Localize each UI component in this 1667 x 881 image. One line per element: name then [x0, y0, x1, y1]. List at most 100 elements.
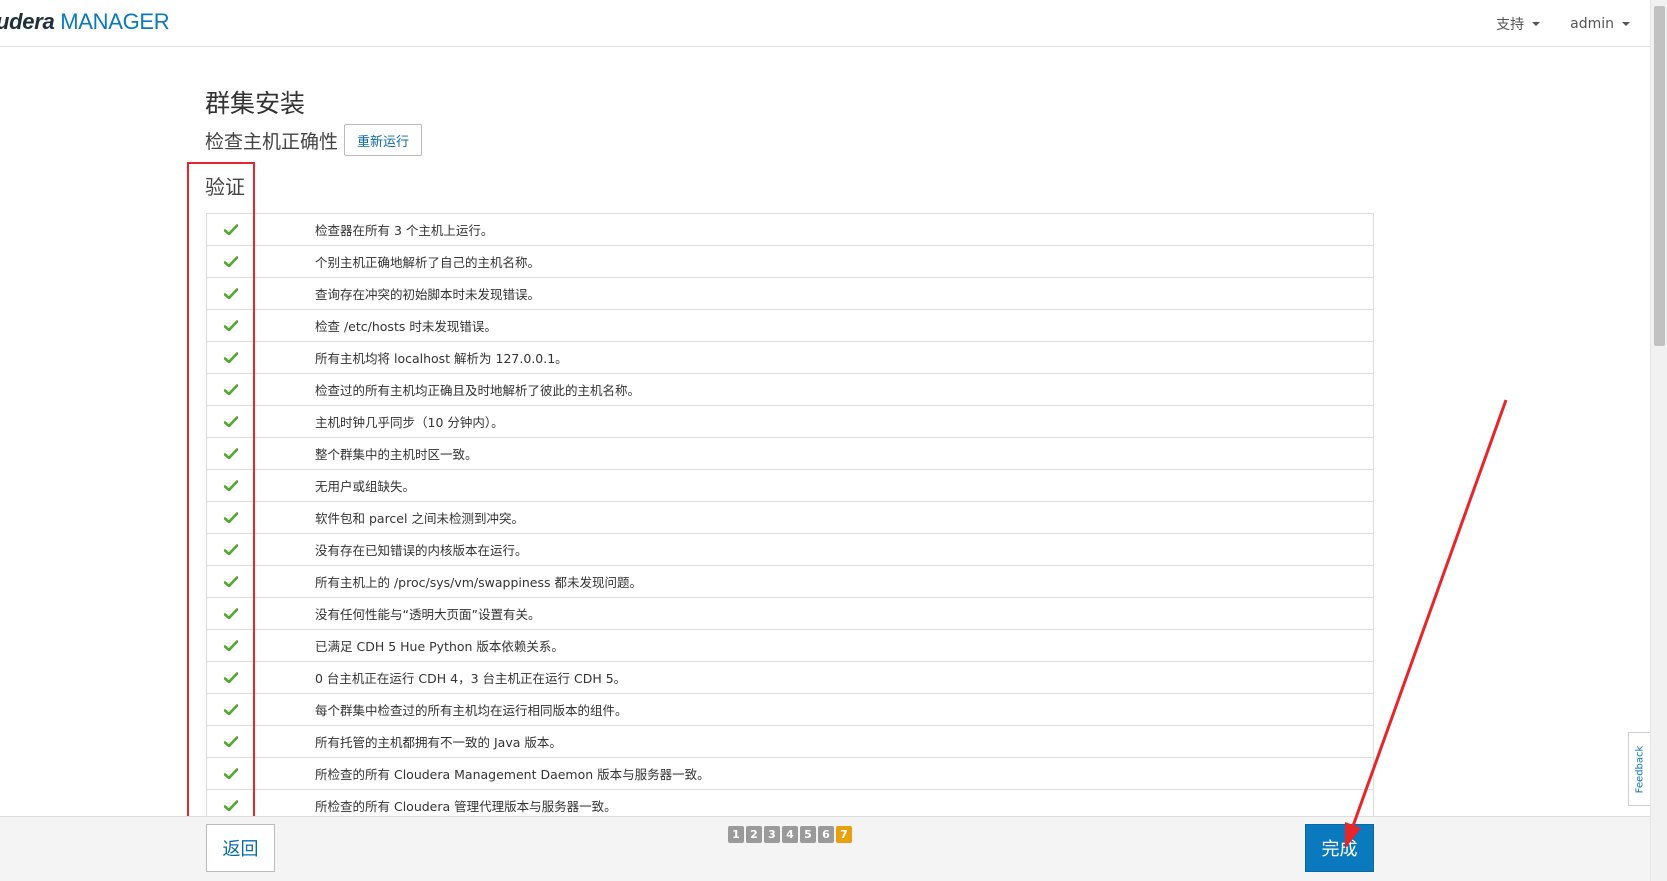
brand-prefix: udera [0, 9, 55, 34]
page-scrollbar[interactable] [1650, 0, 1667, 881]
check-text: 所检查的所有 Cloudera Management Daemon 版本与服务器… [315, 767, 710, 782]
check-row: 0 台主机正在运行 CDH 4，3 台主机正在运行 CDH 5。 [207, 662, 1373, 694]
check-row: 整个群集中的主机时区一致。 [207, 438, 1373, 470]
check-text: 无用户或组缺失。 [315, 479, 416, 494]
check-icon-cell [207, 479, 255, 492]
check-row: 软件包和 parcel 之间未检测到冲突。 [207, 502, 1373, 534]
scrollbar-thumb[interactable] [1654, 6, 1665, 346]
user-menu-label: admin [1570, 16, 1614, 32]
check-icon-cell [207, 223, 255, 236]
caret-down-icon [1532, 22, 1541, 26]
check-row: 查询存在冲突的初始脚本时未发现错误。 [207, 278, 1373, 310]
check-text: 所有主机均将 localhost 解析为 127.0.0.1。 [315, 351, 568, 366]
check-row: 检查过的所有主机均正确且及时地解析了彼此的主机名称。 [207, 374, 1373, 406]
check-icon-cell [207, 511, 255, 524]
checkmark-icon [224, 319, 238, 331]
check-row: 所有托管的主机都拥有不一致的 Java 版本。 [207, 726, 1373, 758]
checkmark-icon [224, 735, 238, 747]
check-icon-cell [207, 415, 255, 428]
check-row: 检查 /etc/hosts 时未发现错误。 [207, 310, 1373, 342]
page: udera MANAGER 支持 admin 群集安装 检查主机正确性 重新运行… [0, 0, 1667, 881]
subtitle-row: 检查主机正确性 重新运行 [205, 124, 423, 156]
checkmark-icon [224, 671, 238, 683]
step-3[interactable]: 3 [764, 826, 780, 843]
rerun-button[interactable]: 重新运行 [344, 124, 423, 156]
section-title: 验证 [205, 175, 245, 199]
check-icon-cell [207, 383, 255, 396]
check-icon-cell [207, 255, 255, 268]
check-row: 每个群集中检查过的所有主机均在运行相同版本的组件。 [207, 694, 1373, 726]
check-icon-cell [207, 767, 255, 780]
check-icon-cell [207, 319, 255, 332]
step-indicator: 1234567 [728, 826, 852, 843]
back-button[interactable]: 返回 [206, 824, 275, 872]
checks-table: 检查器在所有 3 个主机上运行。个别主机正确地解析了自己的主机名称。查询存在冲突… [206, 213, 1374, 822]
check-text: 所有托管的主机都拥有不一致的 Java 版本。 [315, 735, 562, 750]
checkmark-icon [224, 511, 238, 523]
check-text: 主机时钟几乎同步（10 分钟内）。 [315, 415, 504, 430]
check-row: 所检查的所有 Cloudera Management Daemon 版本与服务器… [207, 758, 1373, 790]
check-icon-cell [207, 351, 255, 364]
checkmark-icon [224, 799, 238, 811]
checkmark-icon [224, 639, 238, 651]
check-text: 已满足 CDH 5 Hue Python 版本依赖关系。 [315, 639, 564, 654]
step-1[interactable]: 1 [728, 826, 744, 843]
check-row: 没有存在已知错误的内核版本在运行。 [207, 534, 1373, 566]
check-row: 无用户或组缺失。 [207, 470, 1373, 502]
check-row: 所有主机均将 localhost 解析为 127.0.0.1。 [207, 342, 1373, 374]
check-icon-cell [207, 543, 255, 556]
checkmark-icon [224, 543, 238, 555]
checkmark-icon [224, 255, 238, 267]
checkmark-icon [224, 415, 238, 427]
check-text: 没有任何性能与“透明大页面”设置有关。 [315, 607, 541, 622]
check-text: 所检查的所有 Cloudera 管理代理版本与服务器一致。 [315, 799, 617, 814]
finish-button[interactable]: 完成 [1305, 824, 1374, 872]
caret-down-icon [1622, 22, 1630, 26]
user-menu[interactable]: admin [1570, 14, 1630, 34]
check-row: 已满足 CDH 5 Hue Python 版本依赖关系。 [207, 630, 1373, 662]
step-4[interactable]: 4 [782, 826, 798, 843]
feedback-label: Feedback [1634, 745, 1645, 793]
check-text: 个别主机正确地解析了自己的主机名称。 [315, 255, 541, 270]
checkmark-icon [224, 767, 238, 779]
feedback-tab[interactable]: Feedback [1628, 732, 1650, 806]
step-7[interactable]: 7 [836, 826, 852, 843]
checkmark-icon [224, 607, 238, 619]
step-2[interactable]: 2 [746, 826, 762, 843]
check-text: 0 台主机正在运行 CDH 4，3 台主机正在运行 CDH 5。 [315, 671, 627, 686]
check-icon-cell [207, 671, 255, 684]
support-menu[interactable]: 支持 [1496, 14, 1541, 34]
check-icon-cell [207, 287, 255, 300]
check-text: 软件包和 parcel 之间未检测到冲突。 [315, 511, 524, 526]
nav-right: 支持 admin [1496, 14, 1630, 34]
check-icon-cell [207, 639, 255, 652]
checkmark-icon [224, 287, 238, 299]
check-icon-cell [207, 735, 255, 748]
step-6[interactable]: 6 [818, 826, 834, 843]
checkmark-icon [224, 479, 238, 491]
brand-logo[interactable]: udera MANAGER [0, 9, 170, 35]
check-icon-cell [207, 447, 255, 460]
checkmark-icon [224, 351, 238, 363]
check-text: 所有主机上的 /proc/sys/vm/swappiness 都未发现问题。 [315, 575, 642, 590]
check-row: 检查器在所有 3 个主机上运行。 [207, 214, 1373, 246]
check-text: 检查 /etc/hosts 时未发现错误。 [315, 319, 497, 334]
check-text: 整个群集中的主机时区一致。 [315, 447, 478, 462]
check-row: 所有主机上的 /proc/sys/vm/swappiness 都未发现问题。 [207, 566, 1373, 598]
checkmark-icon [224, 447, 238, 459]
check-row: 主机时钟几乎同步（10 分钟内）。 [207, 406, 1373, 438]
check-icon-cell [207, 799, 255, 812]
check-icon-cell [207, 575, 255, 588]
check-text: 没有存在已知错误的内核版本在运行。 [315, 543, 528, 558]
support-menu-label: 支持 [1496, 17, 1525, 33]
check-text: 检查过的所有主机均正确且及时地解析了彼此的主机名称。 [315, 383, 641, 398]
check-icon-cell [207, 607, 255, 620]
page-title: 群集安装 [205, 89, 306, 118]
checkmark-icon [224, 383, 238, 395]
step-5[interactable]: 5 [800, 826, 816, 843]
page-subtitle: 检查主机正确性 [205, 130, 339, 153]
check-text: 检查器在所有 3 个主机上运行。 [315, 223, 494, 238]
checkmark-icon [224, 575, 238, 587]
check-text: 每个群集中检查过的所有主机均在运行相同版本的组件。 [315, 703, 628, 718]
check-row: 没有任何性能与“透明大页面”设置有关。 [207, 598, 1373, 630]
